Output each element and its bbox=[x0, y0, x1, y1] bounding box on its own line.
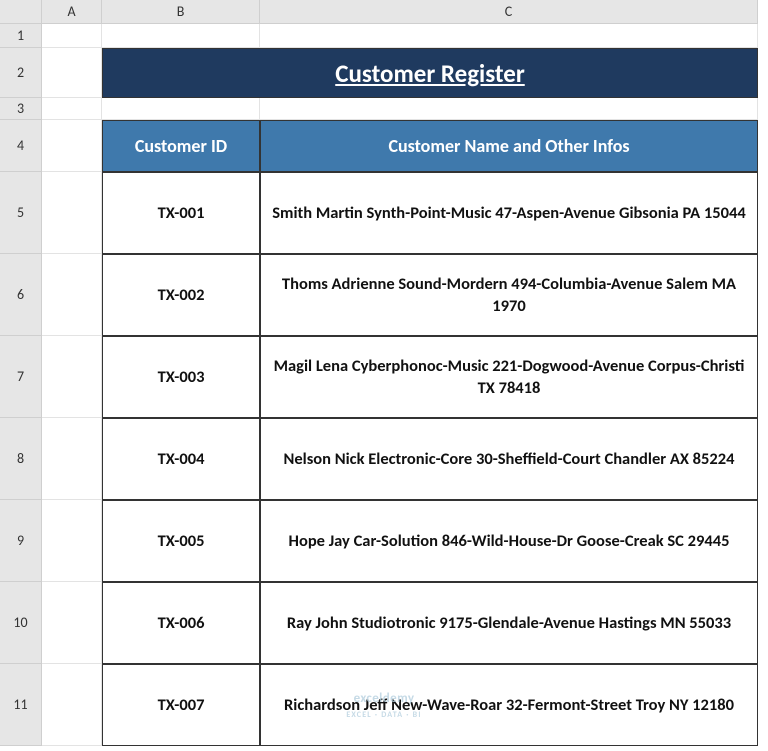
cell-c3[interactable] bbox=[260, 98, 758, 120]
cell-b3[interactable] bbox=[102, 98, 260, 120]
table-row[interactable]: TX-001 bbox=[102, 172, 260, 254]
row-header-4[interactable]: 4 bbox=[0, 120, 42, 172]
col-header-b[interactable]: B bbox=[102, 0, 260, 24]
table-row[interactable]: Hope Jay Car-Solution 846-Wild-House-Dr … bbox=[260, 500, 758, 582]
row-header-11[interactable]: 11 bbox=[0, 664, 42, 746]
column-headers: A B C bbox=[42, 0, 758, 24]
cell-a5[interactable] bbox=[42, 172, 102, 254]
table-row[interactable]: Richardson Jeff New-Wave-Roar 32-Fermont… bbox=[260, 664, 758, 746]
customer-info: Nelson Nick Electronic-Core 30-Sheffield… bbox=[283, 448, 734, 470]
cell-a1[interactable] bbox=[42, 24, 102, 48]
cell-a6[interactable] bbox=[42, 254, 102, 336]
row-header-1[interactable]: 1 bbox=[0, 24, 42, 48]
customer-info: Ray John Studiotronic 9175-Glendale-Aven… bbox=[287, 612, 731, 634]
row-header-3[interactable]: 3 bbox=[0, 98, 42, 120]
row-header-2[interactable]: 2 bbox=[0, 48, 42, 98]
table-row[interactable]: TX-007 bbox=[102, 664, 260, 746]
row-header-8[interactable]: 8 bbox=[0, 418, 42, 500]
customer-id: TX-007 bbox=[158, 694, 205, 716]
customer-id: TX-001 bbox=[158, 202, 205, 224]
select-all-corner[interactable] bbox=[0, 0, 42, 24]
customer-info: Hope Jay Car-Solution 846-Wild-House-Dr … bbox=[289, 530, 730, 552]
table-header-info[interactable]: Customer Name and Other Infos bbox=[260, 120, 758, 172]
cell-a9[interactable] bbox=[42, 500, 102, 582]
table-row[interactable]: Thoms Adrienne Sound-Mordern 494-Columbi… bbox=[260, 254, 758, 336]
row-header-9[interactable]: 9 bbox=[0, 500, 42, 582]
cell-a3[interactable] bbox=[42, 98, 102, 120]
col-header-c[interactable]: C bbox=[260, 0, 758, 24]
table-row[interactable]: TX-005 bbox=[102, 500, 260, 582]
cell-a10[interactable] bbox=[42, 582, 102, 664]
grid: Customer Register Customer ID Customer N… bbox=[42, 24, 758, 746]
table-header-info-label: Customer Name and Other Infos bbox=[388, 135, 629, 157]
customer-id: TX-003 bbox=[158, 366, 205, 388]
table-row[interactable]: Nelson Nick Electronic-Core 30-Sheffield… bbox=[260, 418, 758, 500]
table-row[interactable]: TX-004 bbox=[102, 418, 260, 500]
cell-a2[interactable] bbox=[42, 48, 102, 98]
col-header-a[interactable]: A bbox=[42, 0, 102, 24]
customer-info: Smith Martin Synth-Point-Music 47-Aspen-… bbox=[272, 202, 745, 224]
customer-id: TX-005 bbox=[158, 530, 205, 552]
cell-a7[interactable] bbox=[42, 336, 102, 418]
table-row[interactable]: TX-006 bbox=[102, 582, 260, 664]
table-row[interactable]: Smith Martin Synth-Point-Music 47-Aspen-… bbox=[260, 172, 758, 254]
table-row[interactable]: Ray John Studiotronic 9175-Glendale-Aven… bbox=[260, 582, 758, 664]
table-header-id[interactable]: Customer ID bbox=[102, 120, 260, 172]
row-header-6[interactable]: 6 bbox=[0, 254, 42, 336]
table-row[interactable]: TX-003 bbox=[102, 336, 260, 418]
row-header-7[interactable]: 7 bbox=[0, 336, 42, 418]
table-row[interactable]: TX-002 bbox=[102, 254, 260, 336]
cell-a8[interactable] bbox=[42, 418, 102, 500]
cell-b1[interactable] bbox=[102, 24, 260, 48]
row-header-10[interactable]: 10 bbox=[0, 582, 42, 664]
title-cell[interactable]: Customer Register bbox=[102, 48, 758, 98]
table-header-id-label: Customer ID bbox=[135, 135, 227, 157]
page-title: Customer Register bbox=[335, 58, 524, 89]
cell-a4[interactable] bbox=[42, 120, 102, 172]
customer-id: TX-006 bbox=[158, 612, 205, 634]
spreadsheet: A B C 1 2 3 4 5 6 7 8 9 10 11 Customer R… bbox=[0, 0, 768, 751]
customer-id: TX-002 bbox=[158, 284, 205, 306]
table-row[interactable]: Magil Lena Cyberphonoc-Music 221-Dogwood… bbox=[260, 336, 758, 418]
cell-a11[interactable] bbox=[42, 664, 102, 746]
customer-info: Richardson Jeff New-Wave-Roar 32-Fermont… bbox=[284, 694, 734, 716]
customer-info: Magil Lena Cyberphonoc-Music 221-Dogwood… bbox=[271, 355, 747, 400]
row-header-5[interactable]: 5 bbox=[0, 172, 42, 254]
row-headers: 1 2 3 4 5 6 7 8 9 10 11 bbox=[0, 24, 42, 746]
customer-info: Thoms Adrienne Sound-Mordern 494-Columbi… bbox=[271, 273, 747, 318]
cell-c1[interactable] bbox=[260, 24, 758, 48]
customer-id: TX-004 bbox=[158, 448, 205, 470]
